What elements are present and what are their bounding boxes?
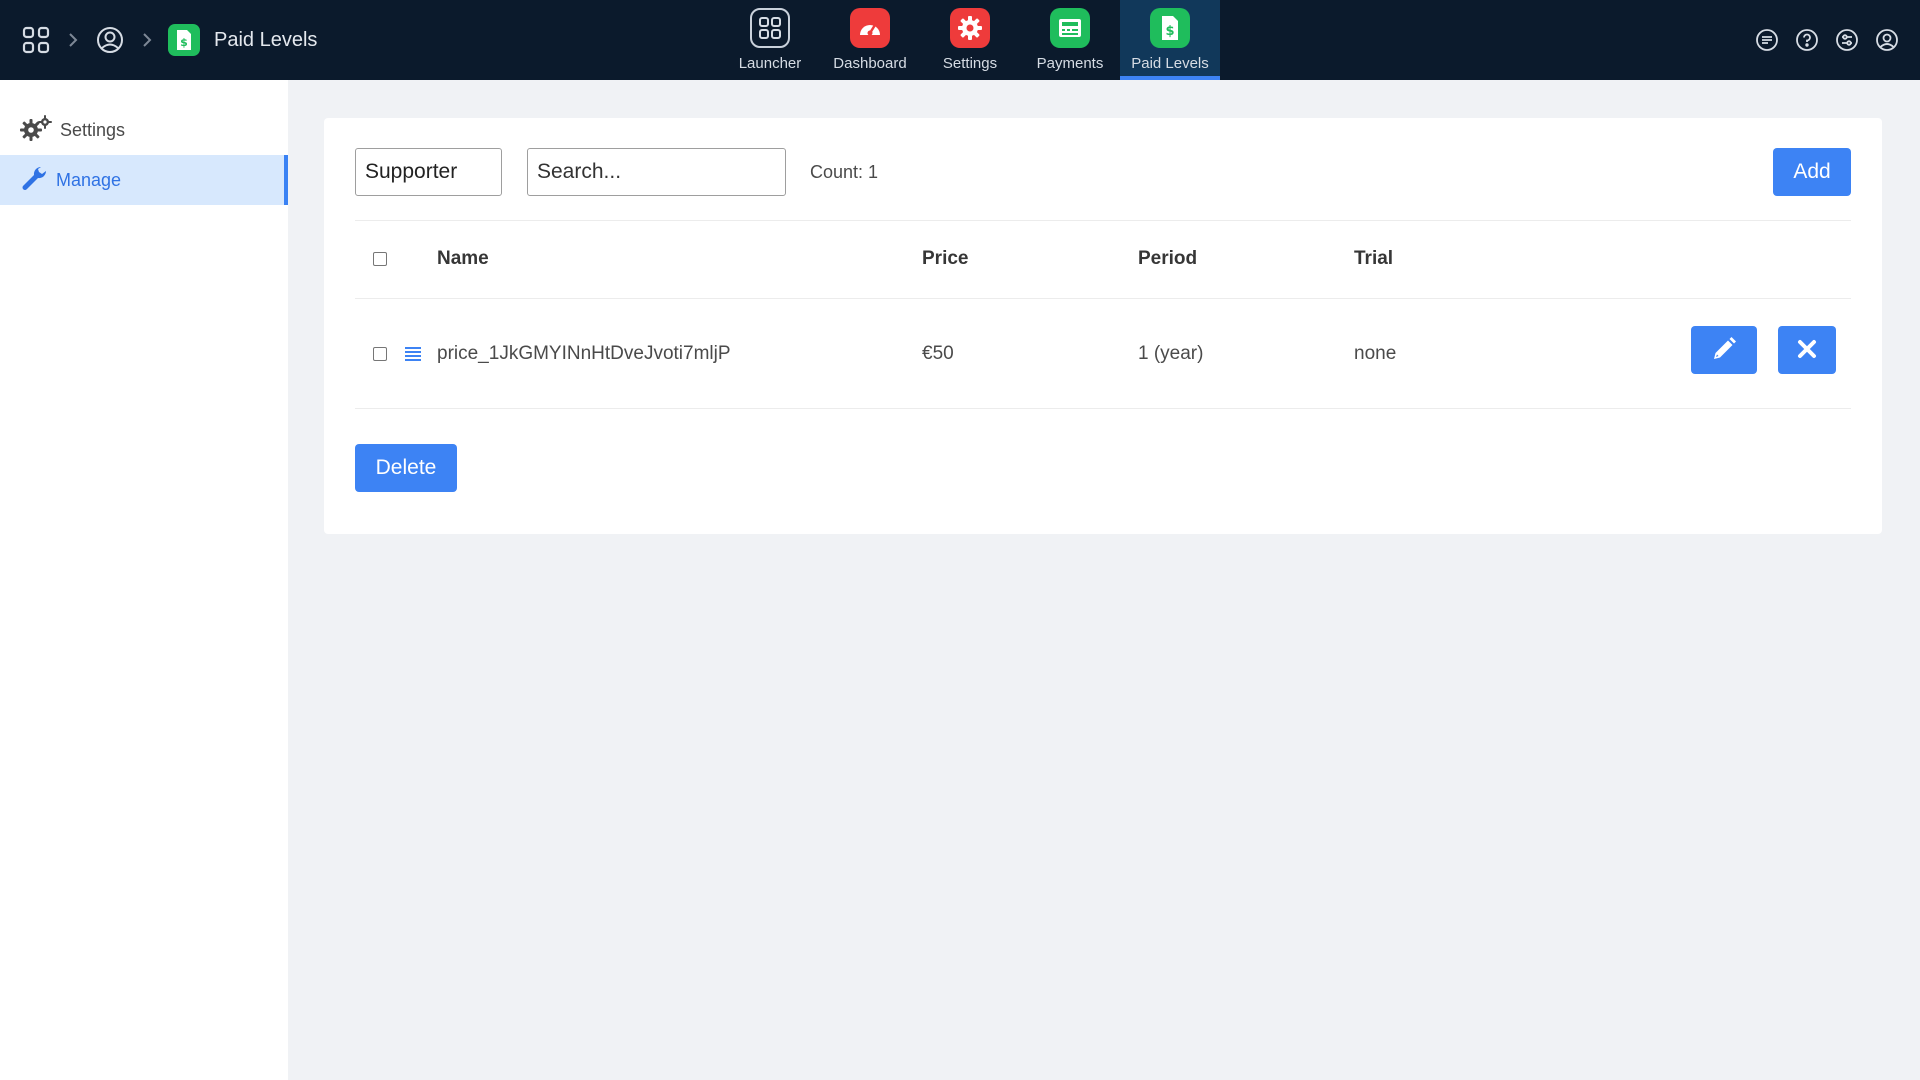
column-price[interactable]: Price bbox=[922, 221, 968, 297]
count-label: Count: 1 bbox=[810, 161, 879, 182]
sidebar: Settings Manage bbox=[0, 80, 288, 1080]
divider bbox=[355, 298, 1851, 299]
row-trial: none bbox=[1354, 343, 1397, 364]
select-all-checkbox[interactable] bbox=[373, 252, 387, 266]
row-price: €50 bbox=[922, 343, 954, 364]
row-checkbox-cell bbox=[373, 300, 387, 408]
close-icon bbox=[1797, 339, 1817, 362]
top-bar: $ Paid Levels Launcher Dashboard Setting… bbox=[0, 0, 1920, 80]
app-payments[interactable]: Payments bbox=[1020, 0, 1120, 80]
main-panel: Supporter Count: 1 Add Name Price Period… bbox=[324, 118, 1882, 534]
gears-icon bbox=[20, 114, 52, 146]
dollar-document-icon[interactable]: $ bbox=[168, 24, 200, 56]
row-name: price_1JkGMYINnHtDveJvoti7mljP bbox=[437, 343, 731, 364]
app-launcher[interactable]: Launcher bbox=[720, 0, 820, 80]
level-select[interactable]: Supporter bbox=[355, 148, 502, 196]
settings-sliders-icon[interactable] bbox=[1834, 27, 1860, 53]
page-title: Paid Levels bbox=[214, 28, 318, 51]
search-input[interactable] bbox=[527, 148, 786, 196]
breadcrumb: $ Paid Levels bbox=[20, 0, 317, 80]
app-settings[interactable]: Settings bbox=[920, 0, 1020, 80]
sidebar-item-label: Settings bbox=[60, 119, 126, 140]
cash-register-icon bbox=[1050, 8, 1090, 48]
select-all-checkbox-cell bbox=[373, 221, 387, 297]
sidebar-item-manage[interactable]: Manage bbox=[0, 155, 288, 205]
gear-icon bbox=[950, 8, 990, 48]
pencil-icon bbox=[1711, 336, 1737, 365]
app-label: Dashboard bbox=[833, 55, 907, 72]
app-paid-levels[interactable]: $ Paid Levels bbox=[1120, 0, 1220, 80]
delete-button[interactable]: Delete bbox=[355, 444, 457, 492]
chevron-right-icon bbox=[140, 30, 154, 50]
remove-button[interactable] bbox=[1778, 326, 1836, 374]
row-period: 1 (year) bbox=[1138, 343, 1204, 364]
grid-icon bbox=[750, 8, 790, 48]
toolbar: Supporter Count: 1 Add bbox=[355, 148, 1851, 196]
gauge-icon bbox=[850, 8, 890, 48]
grid-icon[interactable] bbox=[20, 24, 52, 56]
app-label: Paid Levels bbox=[1131, 55, 1209, 72]
user-circle-icon[interactable] bbox=[1874, 27, 1900, 53]
sidebar-item-settings[interactable]: Settings bbox=[0, 105, 288, 155]
edit-button[interactable] bbox=[1691, 326, 1757, 374]
svg-text:$: $ bbox=[180, 36, 188, 49]
wrench-icon bbox=[20, 165, 48, 196]
add-button[interactable]: Add bbox=[1773, 148, 1851, 196]
app-switcher: Launcher Dashboard Settings Payments $ P… bbox=[720, 0, 1220, 80]
chat-icon[interactable] bbox=[1754, 27, 1780, 53]
user-circle-icon[interactable] bbox=[94, 24, 126, 56]
header-actions bbox=[1754, 0, 1900, 80]
app-label: Settings bbox=[942, 55, 998, 72]
column-period[interactable]: Period bbox=[1138, 221, 1197, 297]
table-header: Name Price Period Trial bbox=[355, 221, 1851, 297]
app-dashboard[interactable]: Dashboard bbox=[820, 0, 920, 80]
svg-text:$: $ bbox=[1165, 24, 1174, 39]
chevron-right-icon bbox=[66, 30, 80, 50]
table-row: price_1JkGMYINnHtDveJvoti7mljP €50 1 (ye… bbox=[355, 300, 1851, 408]
column-trial[interactable]: Trial bbox=[1354, 221, 1393, 297]
help-icon[interactable] bbox=[1794, 27, 1820, 53]
app-label: Launcher bbox=[738, 55, 802, 72]
column-name[interactable]: Name bbox=[437, 221, 489, 297]
app-label: Payments bbox=[1036, 55, 1104, 72]
list-icon[interactable] bbox=[405, 300, 421, 408]
sidebar-item-label: Manage bbox=[56, 169, 122, 190]
divider bbox=[355, 408, 1851, 409]
dollar-document-icon: $ bbox=[1150, 8, 1190, 48]
row-checkbox[interactable] bbox=[373, 347, 387, 361]
